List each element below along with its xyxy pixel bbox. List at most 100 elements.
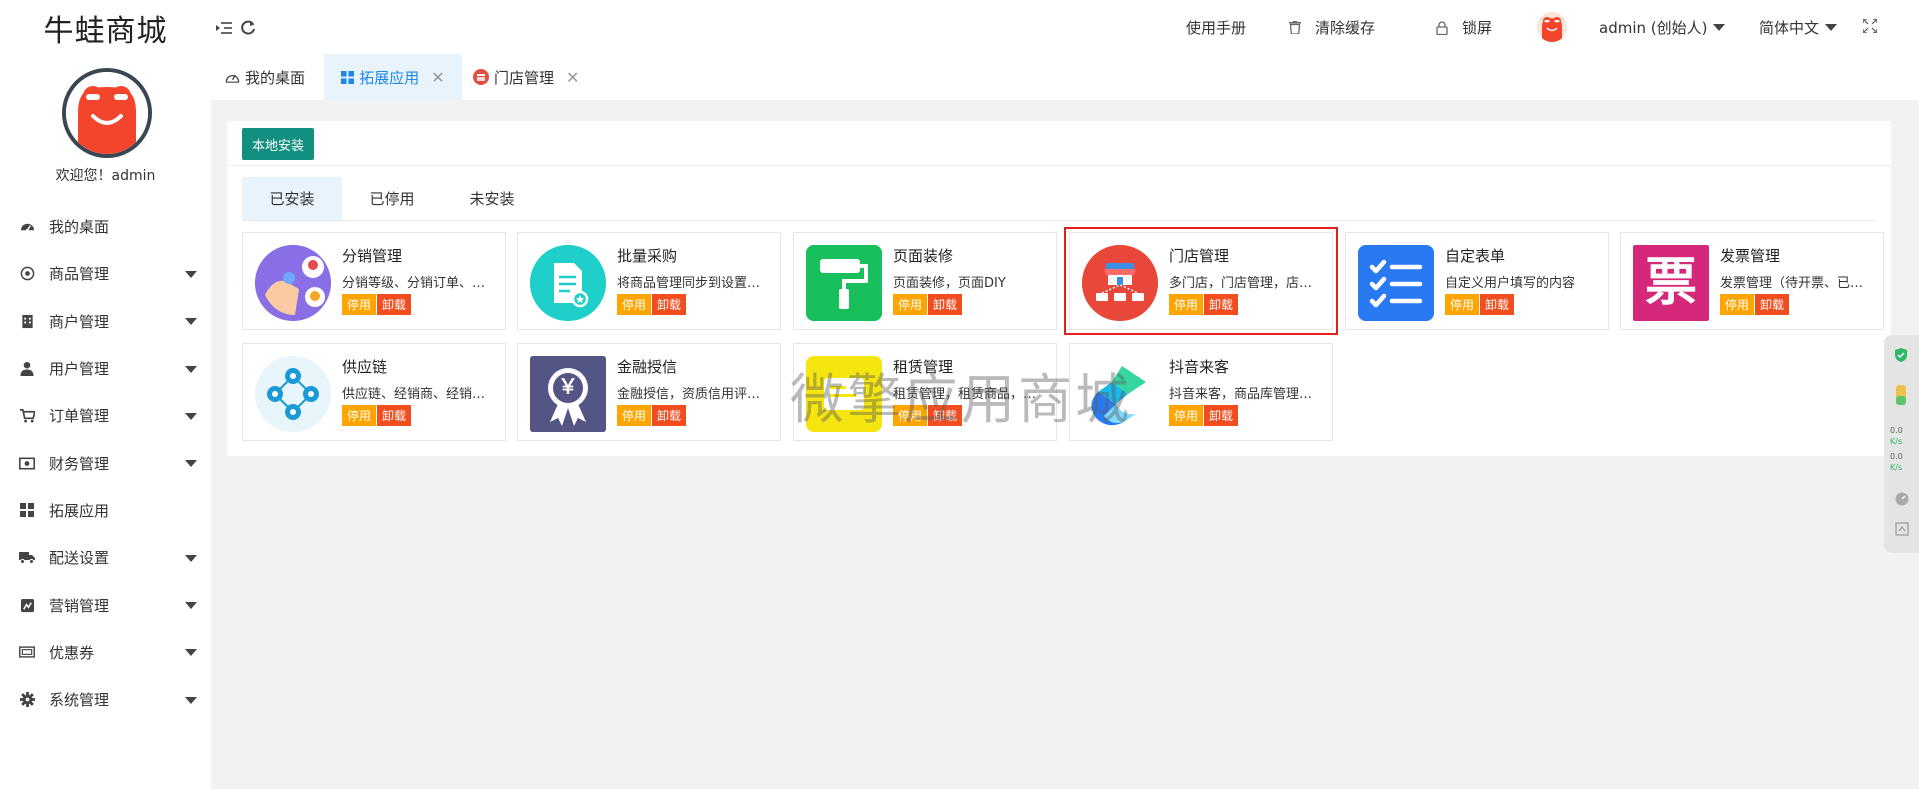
disable-button[interactable]: 停用 bbox=[1169, 405, 1204, 426]
uninstall-button[interactable]: 卸载 bbox=[377, 405, 412, 426]
sidebar-item-label: 系统管理 bbox=[49, 691, 110, 710]
app-card-custom-form[interactable]: 自定表单 自定义用户填写的内容 停用 卸载 bbox=[1345, 232, 1609, 330]
avatar[interactable] bbox=[62, 68, 152, 158]
sidebar-item-system[interactable]: 系统管理 bbox=[0, 676, 211, 723]
app-card-bulk-purchase[interactable]: 批量采购 将商品管理同步到设置批量采购 停用 卸载 bbox=[517, 232, 781, 330]
app-title: 自定表单 bbox=[1445, 247, 1506, 265]
trash-icon bbox=[1289, 21, 1301, 34]
screenshot-icon bbox=[1895, 521, 1909, 540]
chevron-down-icon bbox=[185, 554, 197, 562]
chevron-down-icon bbox=[185, 318, 197, 326]
frog-avatar-icon bbox=[66, 72, 148, 154]
disable-button[interactable]: 停用 bbox=[1445, 294, 1480, 315]
clear-cache-button[interactable]: 清除缓存 bbox=[1289, 17, 1375, 38]
disable-button[interactable]: 停用 bbox=[617, 294, 652, 315]
sidebar-item-label: 营销管理 bbox=[49, 596, 110, 615]
avatar[interactable] bbox=[1537, 12, 1567, 42]
uninstall-button[interactable]: 卸载 bbox=[1204, 405, 1239, 426]
sidebar-item-users[interactable]: 用户管理 bbox=[0, 345, 211, 392]
local-install-button[interactable]: 本地安装 bbox=[242, 128, 314, 160]
sidebar-item-finance[interactable]: 财务管理 bbox=[0, 439, 211, 486]
disable-button[interactable]: 停用 bbox=[1169, 294, 1204, 315]
app-card-credit[interactable]: ￥ 金融授信 金融授信，资质信用评估管理 停用 卸载 bbox=[517, 343, 781, 441]
truck-icon bbox=[19, 550, 35, 566]
app-card-distribution[interactable]: 分销管理 分销等级、分销订单、分销员管理 停用 卸载 bbox=[242, 232, 506, 330]
disable-button[interactable]: 停用 bbox=[893, 294, 928, 315]
tab-not-installed[interactable]: 未安装 bbox=[442, 177, 542, 220]
app-desc: 分销等级、分销订单、分销员管理 bbox=[342, 276, 497, 291]
app-actions: 停用 卸载 bbox=[342, 294, 412, 315]
grid-icon bbox=[19, 502, 35, 518]
uninstall-button[interactable]: 卸载 bbox=[1480, 294, 1515, 315]
merchant-icon bbox=[19, 313, 35, 329]
app-desc: 页面装修，页面DIY bbox=[893, 276, 1006, 291]
sidebar-item-goods[interactable]: 商品管理 bbox=[0, 250, 211, 297]
sidebar-item-dashboard[interactable]: 我的桌面 bbox=[0, 203, 211, 250]
tab-installed[interactable]: 已安装 bbox=[242, 177, 342, 220]
app-desc: 租赁管理，租赁商品，租赁订单 bbox=[893, 387, 1048, 402]
language-select[interactable]: 简体中文 bbox=[1759, 17, 1838, 38]
sidebar-item-delivery[interactable]: 配送设置 bbox=[0, 534, 211, 581]
tab-desktop[interactable]: 我的桌面 bbox=[225, 54, 337, 100]
tab-extensions[interactable]: 拓展应用 ✕ bbox=[324, 54, 462, 100]
sidebar-item-label: 商品管理 bbox=[49, 265, 110, 284]
network-speed-widget[interactable]: 0.0 K/s 0.0 K/s bbox=[1884, 335, 1919, 553]
lock-icon bbox=[1436, 20, 1448, 35]
close-icon[interactable]: ✕ bbox=[566, 68, 579, 87]
disable-button[interactable]: 停用 bbox=[617, 405, 652, 426]
store-icon bbox=[1082, 245, 1158, 321]
app-actions: 停用 卸载 bbox=[1445, 294, 1515, 315]
uninstall-button[interactable]: 卸载 bbox=[1755, 294, 1790, 315]
lock-screen-button[interactable]: 锁屏 bbox=[1436, 17, 1492, 38]
tab-disabled[interactable]: 已停用 bbox=[342, 177, 442, 220]
user-menu[interactable]: admin (创始人) bbox=[1599, 17, 1726, 38]
app-card-rental[interactable]: 租赁管理 租赁管理，租赁商品，租赁订单 停用 卸载 bbox=[793, 343, 1057, 441]
page-tabs: 我的桌面 拓展应用 ✕ 门店管理 ✕ bbox=[211, 54, 1919, 100]
sidebar-item-merchant[interactable]: 商户管理 bbox=[0, 298, 211, 345]
app-card-supply-chain[interactable]: 供应链 供应链、经销商、经销商管理 停用 卸载 bbox=[242, 343, 506, 441]
uninstall-button[interactable]: 卸载 bbox=[652, 405, 687, 426]
app-actions: 停用 卸载 bbox=[617, 405, 687, 426]
uninstall-button[interactable]: 卸载 bbox=[377, 294, 412, 315]
app-title: 页面装修 bbox=[893, 247, 954, 265]
chevron-down-icon bbox=[185, 365, 197, 373]
disable-button[interactable]: 停用 bbox=[342, 405, 377, 426]
sidebar-item-label: 我的桌面 bbox=[49, 218, 110, 237]
app-desc: 抖音来客，商品库管理，订单 bbox=[1169, 387, 1324, 402]
app-card-store-management[interactable]: 门店管理 多门店，门店管理，店员管理 停用 卸载 bbox=[1064, 227, 1338, 335]
app-actions: 停用 卸载 bbox=[617, 294, 687, 315]
app-card-page-decoration[interactable]: 页面装修 页面装修，页面DIY 停用 卸载 bbox=[793, 232, 1057, 330]
disable-button[interactable]: 停用 bbox=[1720, 294, 1755, 315]
sidebar-item-extensions[interactable]: 拓展应用 bbox=[0, 487, 211, 534]
app-desc: 供应链、经销商、经销商管理 bbox=[342, 387, 497, 402]
manual-link[interactable]: 使用手册 bbox=[1186, 17, 1246, 38]
upload-speed: 0.0 bbox=[1890, 426, 1903, 435]
app-title: 租赁管理 bbox=[893, 358, 954, 376]
download-unit: K/s bbox=[1890, 463, 1903, 472]
sidebar-item-coupons[interactable]: 优惠券 bbox=[0, 629, 211, 676]
tab-store-management[interactable]: 门店管理 ✕ bbox=[473, 54, 603, 100]
fullscreen-icon[interactable] bbox=[1862, 18, 1878, 37]
uninstall-button[interactable]: 卸载 bbox=[652, 294, 687, 315]
chevron-down-icon bbox=[185, 270, 197, 278]
sidebar-item-label: 财务管理 bbox=[49, 454, 110, 473]
shield-icon bbox=[1895, 347, 1907, 366]
refresh-icon[interactable] bbox=[240, 20, 256, 40]
app-actions: 停用 卸载 bbox=[893, 405, 963, 426]
disable-button[interactable]: 停用 bbox=[342, 294, 377, 315]
disable-button[interactable]: 停用 bbox=[893, 405, 928, 426]
close-icon[interactable]: ✕ bbox=[431, 68, 444, 87]
welcome-text: 欢迎您！admin bbox=[55, 168, 156, 184]
speedometer-icon bbox=[1895, 491, 1909, 510]
uninstall-button[interactable]: 卸载 bbox=[1204, 294, 1239, 315]
uninstall-button[interactable]: 卸载 bbox=[928, 294, 963, 315]
app-card-invoice[interactable]: 票 发票管理 发票管理（待开票、已开票） 停用 卸载 bbox=[1620, 232, 1884, 330]
sidebar-item-orders[interactable]: 订单管理 bbox=[0, 392, 211, 439]
uninstall-button[interactable]: 卸载 bbox=[928, 405, 963, 426]
collapse-menu-icon[interactable] bbox=[216, 20, 232, 39]
sidebar-item-marketing[interactable]: 营销管理 bbox=[0, 581, 211, 628]
app-card-douyin[interactable]: 抖音来客 抖音来客，商品库管理，订单 停用 卸载 bbox=[1069, 343, 1333, 441]
battery-icon bbox=[1896, 385, 1906, 409]
top-header: 使用手册 清除缓存 锁屏 admin (创始人) 简体中文 bbox=[211, 0, 1919, 54]
app-desc: 发票管理（待开票、已开票） bbox=[1720, 276, 1875, 291]
